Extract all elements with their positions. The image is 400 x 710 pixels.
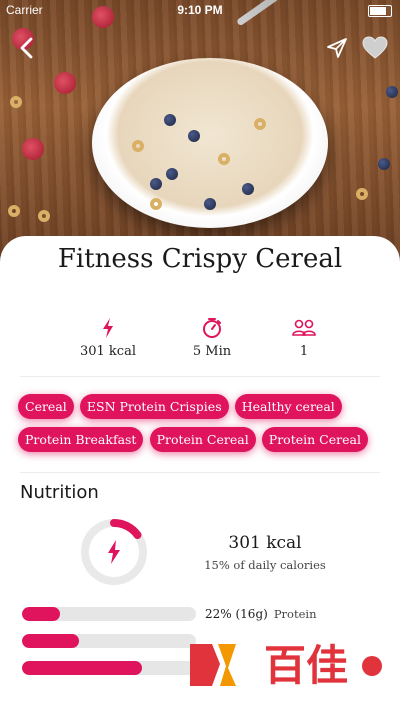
time-value: 5 Min [192, 344, 232, 359]
tag-chip[interactable]: Protein Cereal [261, 427, 368, 452]
tag-list: Cereal ESN Protein Crispies Healthy cere… [18, 394, 388, 460]
nutrition-heading: Nutrition [20, 482, 99, 503]
macro-bar-fill [22, 607, 61, 621]
blueberry [164, 114, 176, 126]
macro-bar-fill [22, 661, 143, 675]
cereal-loop [38, 210, 50, 222]
stopwatch-icon [203, 318, 221, 338]
macro-label-protein: 22% (16g) Protein [205, 607, 316, 621]
nutrition-calories: 301 kcal [228, 533, 302, 553]
macro-bar-fill [22, 634, 80, 648]
lightning-icon [108, 540, 120, 564]
macro-bar [22, 634, 196, 648]
clock: 9:10 PM [177, 3, 223, 17]
macro-bar [22, 661, 196, 675]
tag-chip[interactable]: Protein Cereal [149, 427, 256, 452]
status-bar: Carrier 9:10 PM [0, 0, 400, 20]
recipe-stats: 301 kcal 5 Min 1 [0, 316, 400, 366]
blueberry [386, 86, 398, 98]
raspberry [54, 72, 76, 94]
cereal-loop [150, 198, 162, 210]
heart-icon [362, 36, 388, 59]
macro-name: Protein [273, 607, 317, 621]
tag-chip[interactable]: Cereal [18, 394, 74, 419]
cereal-loop [10, 96, 22, 108]
battery-icon [368, 5, 392, 17]
cereal-bowl [92, 58, 328, 228]
cereal-loop [8, 205, 20, 217]
servings-stat: 1 [254, 316, 354, 359]
cereal-loop [218, 153, 230, 165]
calories-stat: 301 kcal [58, 316, 158, 359]
blueberry [204, 198, 216, 210]
lightning-icon [103, 318, 113, 338]
share-button[interactable] [323, 34, 351, 62]
watermark-dot [362, 656, 382, 676]
tag-chip[interactable]: Protein Breakfast [18, 427, 144, 452]
cereal-loop [254, 118, 266, 130]
blueberry [166, 168, 178, 180]
time-stat: 5 Min [162, 316, 262, 359]
cereal-loop [356, 188, 368, 200]
watermark-text: 百佳 [264, 641, 348, 690]
raspberry [22, 138, 44, 160]
divider [20, 472, 380, 473]
tag-chip[interactable]: Healthy cereal [234, 394, 342, 419]
macro-amount: 22% (16g) [205, 607, 268, 621]
divider [20, 376, 380, 377]
blueberry [188, 130, 200, 142]
back-button[interactable] [12, 34, 40, 62]
watermark-logo: 百佳 [190, 641, 382, 690]
watermark-mark [190, 644, 220, 686]
blueberry [150, 178, 162, 190]
calorie-ring [81, 519, 147, 585]
cereal-loop [132, 140, 144, 152]
blueberry [242, 183, 254, 195]
watermark-mark [218, 644, 236, 686]
people-icon [292, 319, 316, 336]
recipe-title: Fitness Crispy Cereal [57, 244, 343, 274]
blueberry [378, 158, 390, 170]
daily-calories-percent: 15% of daily calories [204, 558, 326, 572]
chevron-left-icon [20, 37, 33, 59]
calories-value: 301 kcal [79, 344, 136, 359]
macro-bar-protein [22, 607, 196, 621]
servings-value: 1 [299, 344, 309, 359]
tag-chip[interactable]: ESN Protein Crispies [79, 394, 229, 419]
favorite-button[interactable] [361, 34, 389, 62]
send-icon [327, 38, 347, 58]
